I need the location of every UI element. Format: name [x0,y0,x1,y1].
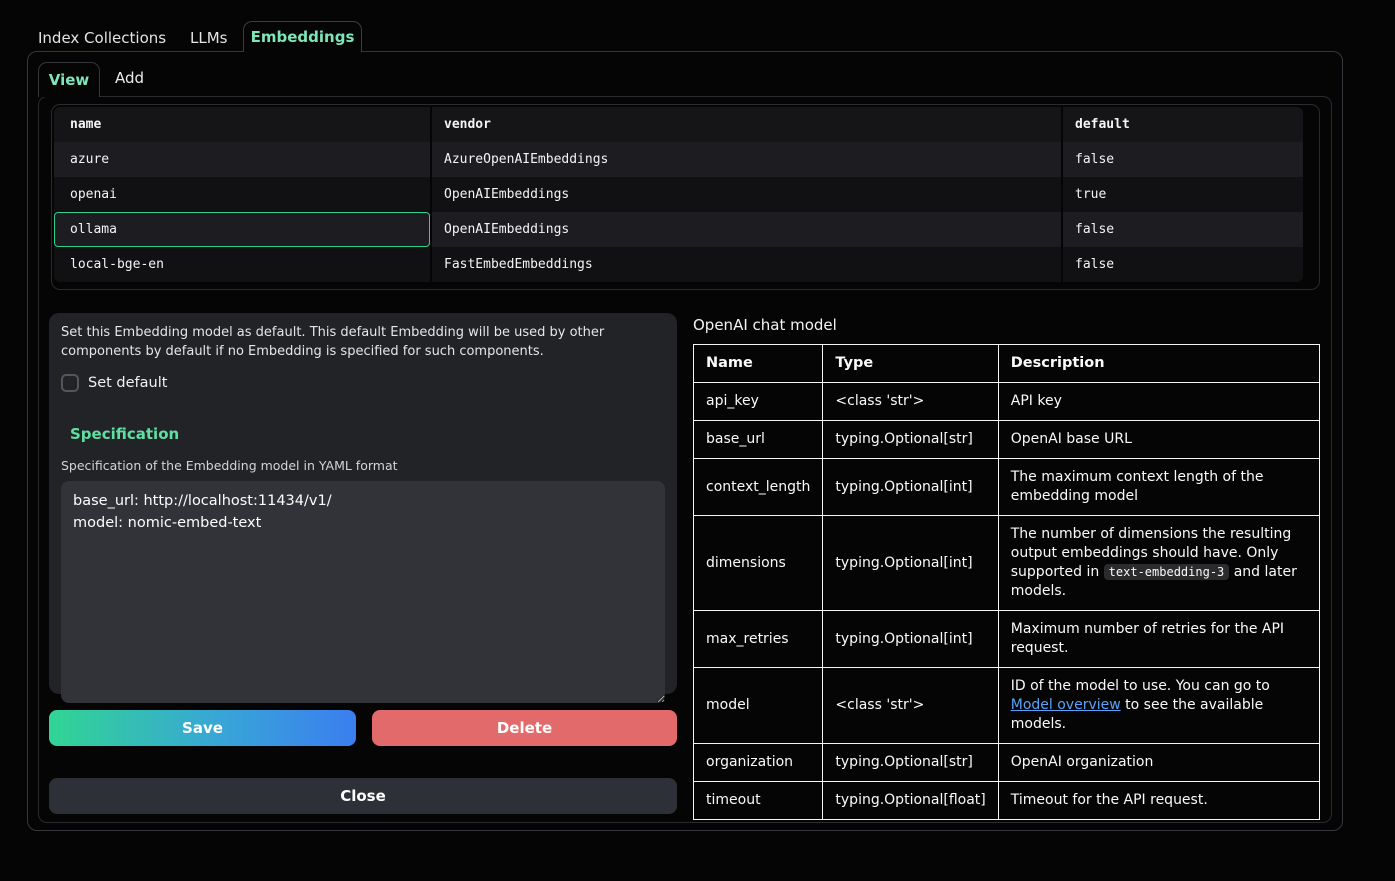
embeddings-row-ollama-vendor[interactable]: OpenAIEmbeddings [432,212,1061,247]
param-type: typing.Optional[int] [823,459,998,516]
embeddings-table-vendor-column: vendorAzureOpenAIEmbeddingsOpenAIEmbeddi… [432,107,1061,282]
subtab-view[interactable]: View [38,62,100,97]
embeddings-table-header-default: default [1063,107,1303,142]
tab-embeddings[interactable]: Embeddings [243,21,362,52]
tab-llms[interactable]: LLMs [190,29,227,47]
param-type: typing.Optional[int] [823,611,998,668]
param-name: dimensions [694,516,823,611]
param-name: api_key [694,383,823,421]
embeddings-row-azure-default[interactable]: false [1063,142,1303,177]
set-default-label: Set default [88,375,167,391]
model-docs-col-type: Type [823,345,998,383]
param-type: typing.Optional[int] [823,516,998,611]
param-description: Maximum number of retries for the API re… [998,611,1319,668]
embeddings-row-ollama-name[interactable]: ollama [54,212,430,247]
model-docs-row-max_retries: max_retriestyping.Optional[int]Maximum n… [694,611,1320,668]
param-type: <class 'str'> [823,668,998,744]
model-docs-row-model: model<class 'str'>ID of the model to use… [694,668,1320,744]
delete-button[interactable]: Delete [372,710,677,746]
embeddings-row-local-bge-en-vendor[interactable]: FastEmbedEmbeddings [432,247,1061,282]
tab-index-collections[interactable]: Index Collections [38,29,166,47]
model-docs-table: Name Type Description api_key<class 'str… [693,344,1320,820]
param-type: <class 'str'> [823,383,998,421]
param-name: context_length [694,459,823,516]
param-name: base_url [694,421,823,459]
embeddings-row-local-bge-en-name[interactable]: local-bge-en [54,247,430,282]
embeddings-row-openai-name[interactable]: openai [54,177,430,212]
tab-embeddings-label: Embeddings [251,28,355,46]
embeddings-table: nameazureopenaiollamalocal-bge-en vendor… [51,104,1320,290]
yaml-spec-textarea[interactable]: base_url: http://localhost:11434/v1/ mod… [61,481,665,703]
param-description: The number of dimensions the resulting o… [998,516,1319,611]
embeddings-table-header-name: name [54,107,430,142]
embeddings-table-header-vendor: vendor [432,107,1061,142]
param-type: typing.Optional[float] [823,782,998,820]
set-default-row[interactable]: Set default [61,374,665,392]
view-tab-content: nameazureopenaiollamalocal-bge-en vendor… [38,96,1332,823]
model-docs-row-base_url: base_urltyping.Optional[str]OpenAI base … [694,421,1320,459]
param-type: typing.Optional[str] [823,744,998,782]
embeddings-row-openai-default[interactable]: true [1063,177,1303,212]
embeddings-row-ollama-default[interactable]: false [1063,212,1303,247]
model-docs-row-api_key: api_key<class 'str'>API key [694,383,1320,421]
subtab-view-label: View [49,71,90,89]
param-description: OpenAI organization [998,744,1319,782]
param-description: The maximum context length of the embedd… [998,459,1319,516]
model-docs-row-context_length: context_lengthtyping.Optional[int]The ma… [694,459,1320,516]
param-description: API key [998,383,1319,421]
param-description: Timeout for the API request. [998,782,1319,820]
embeddings-row-openai-vendor[interactable]: OpenAIEmbeddings [432,177,1061,212]
model-docs-row-dimensions: dimensionstyping.Optional[int]The number… [694,516,1320,611]
param-name: organization [694,744,823,782]
param-name: model [694,668,823,744]
code-chip: text-embedding-3 [1104,564,1230,580]
model-docs-title: OpenAI chat model [693,316,837,334]
embeddings-row-azure-name[interactable]: azure [54,142,430,177]
param-description: OpenAI base URL [998,421,1319,459]
embeddings-row-azure-vendor[interactable]: AzureOpenAIEmbeddings [432,142,1061,177]
embeddings-row-local-bge-en-default[interactable]: false [1063,247,1303,282]
param-name: timeout [694,782,823,820]
param-description: ID of the model to use. You can go to Mo… [998,668,1319,744]
embedding-detail-panel: Set this Embedding model as default. Thi… [49,313,677,694]
model-docs-header-row: Name Type Description [694,345,1320,383]
set-default-checkbox[interactable] [61,374,79,392]
model-docs-row-timeout: timeouttyping.Optional[float]Timeout for… [694,782,1320,820]
set-default-description: Set this Embedding model as default. Thi… [61,323,665,361]
save-button[interactable]: Save [49,710,356,746]
close-button[interactable]: Close [49,778,677,814]
model-overview-link[interactable]: Model overview [1011,697,1121,713]
model-docs-col-description: Description [998,345,1319,383]
embeddings-table-name-column: nameazureopenaiollamalocal-bge-en [54,107,430,282]
model-docs-col-name: Name [694,345,823,383]
embeddings-table-default-column: defaultfalsetruefalsefalse [1063,107,1303,282]
model-docs-row-organization: organizationtyping.Optional[str]OpenAI o… [694,744,1320,782]
param-type: typing.Optional[str] [823,421,998,459]
specification-heading: Specification [70,425,665,443]
param-name: max_retries [694,611,823,668]
specification-caption: Specification of the Embedding model in … [61,458,665,473]
